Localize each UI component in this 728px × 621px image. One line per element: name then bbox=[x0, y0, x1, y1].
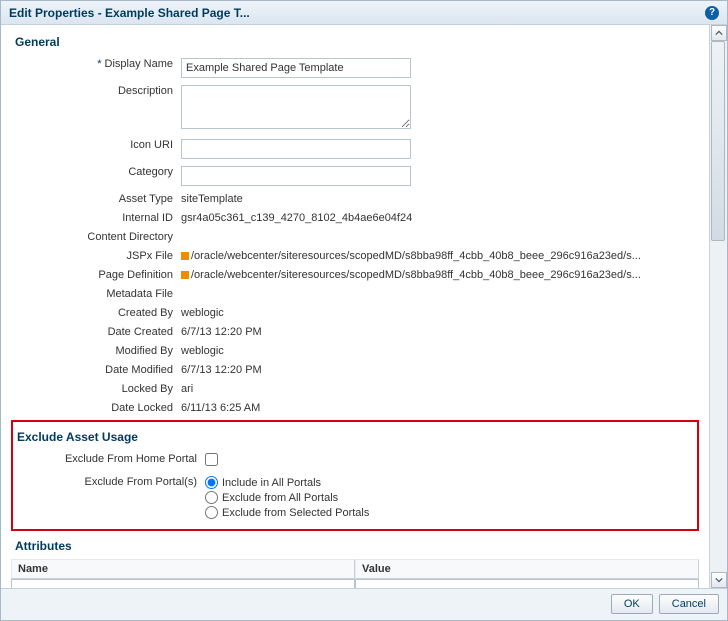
dialog-titlebar: Edit Properties - Example Shared Page T.… bbox=[1, 1, 727, 25]
content-directory-label: Content Directory bbox=[11, 228, 181, 243]
jspx-file-label: JSPx File bbox=[11, 247, 181, 262]
section-attributes-header: Attributes bbox=[15, 539, 699, 553]
row-page-definition: Page Definition /oracle/webcenter/sitere… bbox=[11, 266, 699, 281]
row-date-modified: Date Modified 6/7/13 12:20 PM bbox=[11, 361, 699, 376]
edit-properties-dialog: Edit Properties - Example Shared Page T.… bbox=[0, 0, 728, 621]
attr-name-input[interactable] bbox=[11, 579, 355, 588]
scroll-track[interactable] bbox=[710, 41, 727, 572]
row-display-name: * Display Name bbox=[11, 55, 699, 78]
section-exclude-header: Exclude Asset Usage bbox=[17, 430, 691, 444]
date-modified-value: 6/7/13 12:20 PM bbox=[181, 364, 699, 376]
created-by-label: Created By bbox=[11, 304, 181, 319]
display-name-label: Display Name bbox=[105, 58, 173, 70]
row-description: Description bbox=[11, 82, 699, 132]
radio-exclude-selected-input[interactable] bbox=[205, 506, 218, 519]
page-definition-value: /oracle/webcenter/siteresources/scopedMD… bbox=[191, 269, 641, 281]
row-icon-uri: Icon URI bbox=[11, 136, 699, 159]
radio-include-all-input[interactable] bbox=[205, 476, 218, 489]
description-textarea[interactable] bbox=[181, 85, 411, 129]
row-exclude-from-portals: Exclude From Portal(s) Include in All Po… bbox=[15, 473, 691, 519]
radio-include-all-label: Include in All Portals bbox=[222, 477, 321, 489]
page-definition-label: Page Definition bbox=[11, 266, 181, 281]
date-created-value: 6/7/13 12:20 PM bbox=[181, 326, 699, 338]
date-created-label: Date Created bbox=[11, 323, 181, 338]
dialog-footer: OK Cancel bbox=[1, 588, 727, 620]
locked-by-value: ari bbox=[181, 383, 699, 395]
created-by-value: weblogic bbox=[181, 307, 699, 319]
cancel-button[interactable]: Cancel bbox=[659, 594, 719, 614]
description-label: Description bbox=[11, 82, 181, 97]
exclude-home-portal-checkbox[interactable] bbox=[205, 453, 218, 466]
file-icon bbox=[181, 271, 189, 279]
radio-exclude-all[interactable]: Exclude from All Portals bbox=[205, 491, 691, 504]
vertical-scrollbar[interactable] bbox=[709, 25, 727, 588]
exclude-home-portal-label: Exclude From Home Portal bbox=[15, 450, 205, 465]
asset-type-value: siteTemplate bbox=[181, 193, 699, 205]
file-icon bbox=[181, 252, 189, 260]
radio-include-all[interactable]: Include in All Portals bbox=[205, 476, 691, 489]
chevron-down-icon bbox=[715, 576, 723, 584]
row-internal-id: Internal ID gsr4a05c361_c139_4270_8102_4… bbox=[11, 209, 699, 224]
asset-type-label: Asset Type bbox=[11, 190, 181, 205]
internal-id-label: Internal ID bbox=[11, 209, 181, 224]
jspx-file-value: /oracle/webcenter/siteresources/scopedMD… bbox=[191, 250, 641, 262]
help-icon[interactable]: ? bbox=[705, 6, 719, 20]
modified-by-label: Modified By bbox=[11, 342, 181, 357]
row-metadata-file: Metadata File bbox=[11, 285, 699, 300]
attr-value-input[interactable] bbox=[355, 579, 699, 588]
row-content-directory: Content Directory bbox=[11, 228, 699, 243]
modified-by-value: weblogic bbox=[181, 345, 699, 357]
section-general-header: General bbox=[15, 35, 699, 49]
exclude-asset-usage-section: Exclude Asset Usage Exclude From Home Po… bbox=[11, 420, 699, 531]
date-locked-value: 6/11/13 6:25 AM bbox=[181, 402, 699, 414]
row-created-by: Created By weblogic bbox=[11, 304, 699, 319]
attr-name-header: Name bbox=[11, 559, 355, 579]
icon-uri-label: Icon URI bbox=[11, 136, 181, 151]
row-exclude-home-portal: Exclude From Home Portal bbox=[15, 450, 691, 469]
scroll-up-button[interactable] bbox=[711, 25, 727, 41]
dialog-body: General * Display Name Description Icon … bbox=[1, 25, 727, 588]
date-modified-label: Date Modified bbox=[11, 361, 181, 376]
row-locked-by: Locked By ari bbox=[11, 380, 699, 395]
row-modified-by: Modified By weblogic bbox=[11, 342, 699, 357]
scroll-thumb[interactable] bbox=[711, 41, 725, 241]
scroll-down-button[interactable] bbox=[711, 572, 727, 588]
metadata-file-label: Metadata File bbox=[11, 285, 181, 300]
row-category: Category bbox=[11, 163, 699, 186]
category-label: Category bbox=[11, 163, 181, 178]
ok-button[interactable]: OK bbox=[611, 594, 653, 614]
date-locked-label: Date Locked bbox=[11, 399, 181, 414]
row-asset-type: Asset Type siteTemplate bbox=[11, 190, 699, 205]
radio-exclude-selected[interactable]: Exclude from Selected Portals bbox=[205, 506, 691, 519]
row-date-created: Date Created 6/7/13 12:20 PM bbox=[11, 323, 699, 338]
locked-by-label: Locked By bbox=[11, 380, 181, 395]
dialog-title: Edit Properties - Example Shared Page T.… bbox=[9, 6, 250, 20]
scroll-area: General * Display Name Description Icon … bbox=[1, 25, 709, 588]
attributes-table: Name Value bbox=[11, 559, 699, 588]
row-jspx-file: JSPx File /oracle/webcenter/siteresource… bbox=[11, 247, 699, 262]
radio-exclude-all-input[interactable] bbox=[205, 491, 218, 504]
radio-exclude-selected-label: Exclude from Selected Portals bbox=[222, 507, 369, 519]
row-date-locked: Date Locked 6/11/13 6:25 AM bbox=[11, 399, 699, 414]
category-input[interactable] bbox=[181, 166, 411, 186]
attr-value-header: Value bbox=[355, 559, 699, 579]
icon-uri-input[interactable] bbox=[181, 139, 411, 159]
display-name-input[interactable] bbox=[181, 58, 411, 78]
internal-id-value: gsr4a05c361_c139_4270_8102_4b4ae6e04f24 bbox=[181, 212, 699, 224]
chevron-up-icon bbox=[715, 29, 723, 37]
radio-exclude-all-label: Exclude from All Portals bbox=[222, 492, 338, 504]
exclude-from-portals-label: Exclude From Portal(s) bbox=[15, 473, 205, 488]
